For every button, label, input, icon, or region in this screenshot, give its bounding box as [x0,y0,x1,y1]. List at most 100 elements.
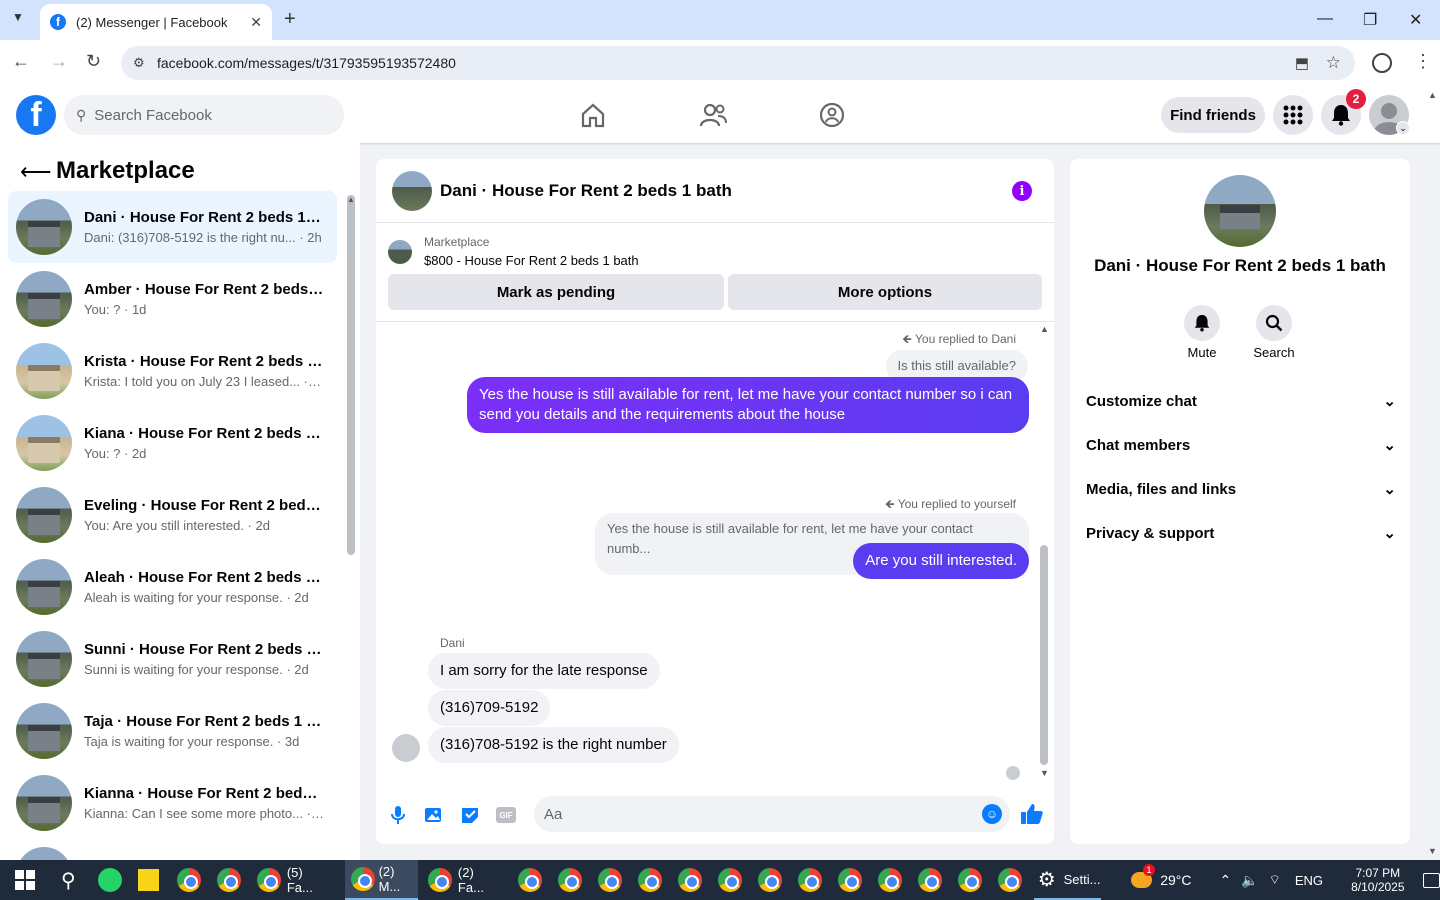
privacy-support-section[interactable]: Privacy & support ⌄ [1086,524,1396,543]
like-thumb-icon[interactable] [1020,802,1044,831]
chrome-icon[interactable] [637,868,662,892]
mute-label[interactable]: Mute [1172,345,1232,360]
incoming-message[interactable]: (316)708-5192 is the right number [428,727,679,763]
photo-icon[interactable] [422,803,446,827]
chrome-icon[interactable] [557,868,582,892]
taskbar-item-label[interactable]: (5) Fa... [287,865,331,895]
more-options-button[interactable]: More options [728,274,1042,310]
message-input[interactable]: Aa ☺ [534,796,1010,832]
chrome-icon[interactable] [917,868,942,892]
conversation-item[interactable]: Kiana · House For Rent 2 beds 2 ... You: … [8,407,337,479]
scroll-down-icon[interactable]: ▼ [1040,768,1049,778]
search-icon[interactable] [1256,305,1292,341]
chrome-icon[interactable] [957,868,982,892]
chrome-icon[interactable] [837,868,862,892]
marketplace-listing[interactable]: Marketplace $800 - House For Rent 2 beds… [388,235,639,268]
incoming-message[interactable]: (316)709-5192 [428,690,551,726]
outgoing-message[interactable]: Are you still interested. [853,543,1029,579]
chrome-icon[interactable] [597,868,622,892]
forward-arrow-icon[interactable]: → [50,51,68,72]
facebook-logo[interactable]: f [16,95,56,135]
emoji-icon[interactable]: ☺ [982,804,1002,824]
weather-temperature[interactable]: 29°C [1160,872,1191,888]
conversation-item[interactable]: Eveling · House For Rent 2 beds ... You: … [8,479,337,551]
outgoing-message[interactable]: Yes the house is still available for ren… [467,377,1029,433]
browser-tab[interactable]: f (2) Messenger | Facebook ✕ [40,4,272,40]
weather-icon[interactable]: 1 [1131,864,1156,888]
tray-chevron-icon[interactable]: ⌃ [1219,872,1231,889]
scroll-up-icon[interactable]: ▲ [347,195,355,204]
language-indicator[interactable]: ENG [1295,873,1323,888]
sticky-notes-icon[interactable] [137,869,159,891]
home-icon[interactable] [578,100,608,130]
profile-icon[interactable] [1372,53,1392,73]
chrome-icon[interactable] [176,868,201,892]
conversation-item[interactable]: Kianna · House For Rent 2 beds ... Kianna… [8,767,337,839]
conversation-item[interactable]: Krista · House For Rent 2 beds 2 ... Kris… [8,335,337,407]
chrome-icon[interactable] [427,868,452,892]
chat-avatar[interactable] [392,170,432,211]
close-window-button[interactable]: ✕ [1409,10,1422,30]
menu-grid-icon[interactable] [1273,95,1313,135]
volume-icon[interactable]: 🔈 [1241,872,1258,889]
notification-center-icon[interactable] [1422,872,1440,888]
chrome-icon[interactable] [216,868,241,892]
sticker-icon[interactable] [458,803,482,827]
whatsapp-icon[interactable] [97,868,122,892]
install-app-icon[interactable]: ⬒ [1295,54,1309,72]
page-scroll-down-icon[interactable]: ▼ [1428,846,1437,856]
back-arrow-icon[interactable]: ← [12,51,30,72]
chrome-icon[interactable] [717,868,742,892]
reload-icon[interactable]: ↻ [86,51,101,72]
wifi-icon[interactable]: ⌔ [1269,872,1281,888]
gif-icon[interactable]: GIF [494,803,518,827]
back-arrow-icon[interactable]: ⟵ [20,159,52,185]
site-info-icon[interactable]: ⚙ [133,55,145,71]
sender-avatar[interactable] [392,734,420,762]
tab-close-icon[interactable]: ✕ [250,14,262,31]
clock[interactable]: 7:07 PM 8/10/2025 [1347,866,1409,894]
media-files-links-section[interactable]: Media, files and links ⌄ [1086,480,1396,499]
account-chevron-icon[interactable]: ⌄ [1396,121,1410,135]
friends-icon[interactable] [698,100,728,130]
windows-start-icon[interactable] [15,870,35,890]
conversation-item[interactable]: Aleah · House For Rent 2 beds 1 ... Aleah… [8,551,337,623]
chrome-icon[interactable] [997,868,1022,892]
mark-as-pending-button[interactable]: Mark as pending [388,274,724,310]
chrome-icon[interactable] [256,868,281,892]
chat-scrollbar[interactable] [1040,545,1048,765]
facebook-search-input[interactable]: ⚲ Search Facebook [64,95,344,135]
bookmark-star-icon[interactable]: ☆ [1326,53,1341,73]
conversation-item[interactable]: Dani · House For Rent 2 beds 1 b... Dani:… [8,191,337,263]
find-friends-button[interactable]: Find friends [1161,97,1265,133]
chat-title[interactable]: Dani · House For Rent 2 beds 1 bath [440,181,732,201]
taskbar-item-label[interactable]: (2) Fa... [458,865,502,895]
browser-menu-icon[interactable]: ⋮ [1414,51,1432,72]
address-bar[interactable]: ⚙ facebook.com/messages/t/31793595193572… [121,46,1355,80]
customize-chat-section[interactable]: Customize chat ⌄ [1086,392,1396,411]
info-icon[interactable]: i [1012,181,1032,201]
search-icon[interactable]: ⚲ [61,868,76,893]
mute-bell-icon[interactable] [1184,305,1220,341]
conversation-item[interactable]: Amber · House For Rent 2 beds ... You: ? … [8,263,337,335]
tab-search-icon[interactable]: ▼ [12,10,24,24]
page-scroll-up-icon[interactable]: ▲ [1428,90,1437,100]
chrome-icon[interactable] [517,868,542,892]
profile-picture[interactable] [1204,175,1276,247]
search-label[interactable]: Search [1244,345,1304,360]
minimize-button[interactable]: — [1317,10,1333,28]
microphone-icon[interactable] [386,803,410,827]
chat-members-section[interactable]: Chat members ⌄ [1086,436,1396,455]
taskbar-active-item[interactable]: (2) M... [344,860,418,900]
left-scrollbar[interactable] [347,195,355,555]
conversation-item[interactable]: Taja · House For Rent 2 beds 1 b... Taja … [8,695,337,767]
chrome-icon[interactable] [877,868,902,892]
taskbar-settings-item[interactable]: ⚙ Setti... [1033,860,1102,900]
incoming-message[interactable]: I am sorry for the late response [428,653,660,689]
maximize-button[interactable]: ❐ [1363,10,1377,30]
chrome-icon[interactable] [797,868,822,892]
chrome-icon[interactable] [677,868,702,892]
groups-icon[interactable] [817,100,847,130]
conversation-item[interactable]: Sunni · House For Rent 2 beds 1 ... Sunni… [8,623,337,695]
scroll-up-icon[interactable]: ▲ [1040,324,1049,334]
